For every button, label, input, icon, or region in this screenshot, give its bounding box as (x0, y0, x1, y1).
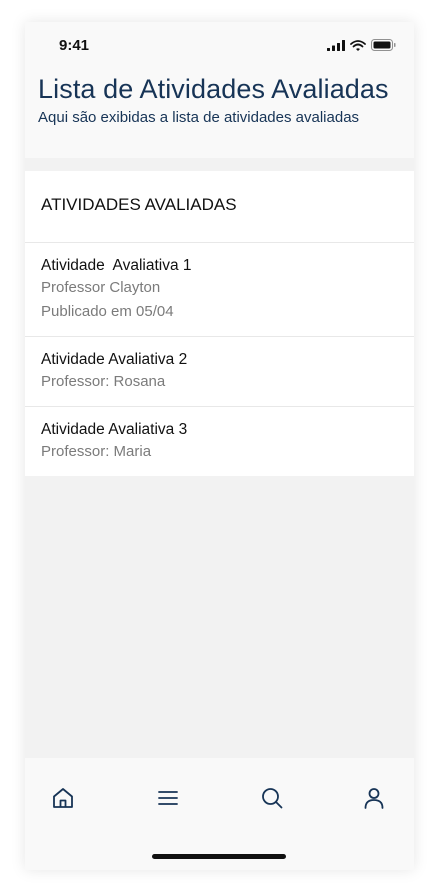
activity-professor: Professor: Maria (41, 443, 152, 460)
status-icons (327, 39, 396, 51)
user-icon (364, 788, 384, 809)
wifi-icon (350, 39, 366, 51)
page-header: Lista de Atividades Avaliadas Aqui são e… (25, 68, 414, 158)
menu-icon (158, 791, 178, 805)
tab-profile[interactable] (359, 783, 389, 813)
activity-professor: Professor Clayton (41, 279, 161, 296)
section-title: ATIVIDADES AVALIADAS (25, 171, 414, 243)
home-indicator (152, 854, 286, 859)
tab-home[interactable] (48, 783, 78, 813)
activity-title: Atividade Avaliativa 1 (41, 257, 192, 274)
page-subtitle: Aqui são exibidas a lista de atividades … (38, 109, 360, 126)
status-bar: 9:41 (25, 22, 414, 68)
battery-icon (371, 39, 396, 51)
status-time: 9:41 (59, 37, 90, 54)
list-item[interactable]: Atividade Avaliativa 2 Professor: Rosana (25, 337, 414, 407)
tab-search[interactable] (257, 783, 287, 813)
page-title: Lista de Atividades Avaliadas (38, 74, 389, 104)
activity-title: Atividade Avaliativa 2 (41, 351, 188, 368)
list-item[interactable]: Atividade Avaliativa 3 Professor: Maria (25, 407, 414, 476)
activity-title: Atividade Avaliativa 3 (41, 421, 188, 438)
phone-screen: 9:41 Lista de Atividades Avaliadas Aqui … (25, 22, 414, 870)
list-item[interactable]: Atividade Avaliativa 1 Professor Clayton… (25, 243, 414, 337)
activities-card: ATIVIDADES AVALIADAS Atividade Avaliativ… (25, 171, 414, 476)
tab-menu[interactable] (153, 783, 183, 813)
bottom-tab-bar (25, 758, 414, 870)
signal-icon (327, 39, 345, 51)
search-icon (262, 788, 283, 809)
activity-professor: Professor: Rosana (41, 373, 166, 390)
home-icon (53, 788, 73, 808)
activity-published-date: Publicado em 05/04 (41, 303, 174, 320)
